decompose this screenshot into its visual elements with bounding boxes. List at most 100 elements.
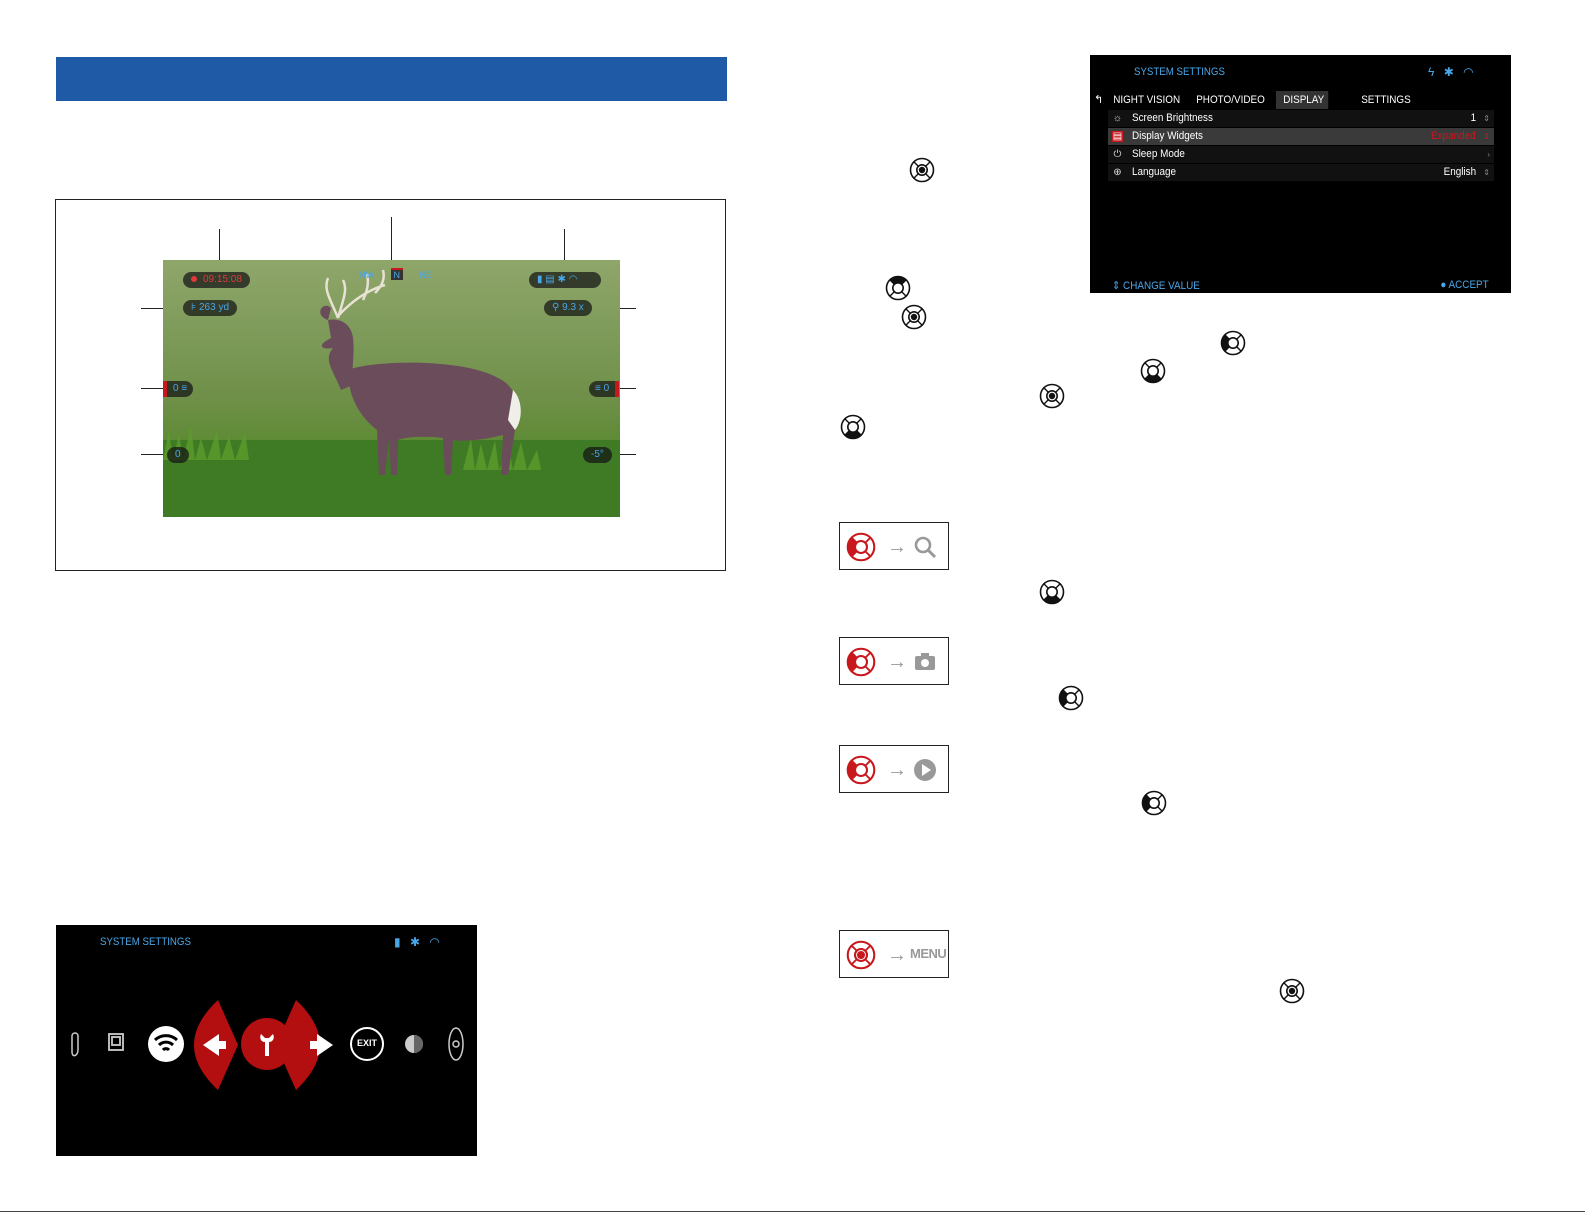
dpad-up-press-icon — [885, 275, 911, 301]
dpad-down-press-icon — [1039, 579, 1065, 605]
left-level-indicator: 0 ≡ — [163, 381, 194, 397]
recording-pill: 09:15:08 — [183, 272, 250, 288]
dpad-down-press-icon — [1140, 358, 1166, 384]
hand-icon — [71, 1032, 79, 1057]
up-down-icon: ⇕ — [1483, 168, 1490, 177]
brightness-icon: ☼ — [1112, 113, 1123, 124]
magnifier-icon — [914, 536, 937, 559]
magnifier-icon: ⚲ — [552, 302, 563, 313]
row-value: 1 — [1470, 112, 1476, 124]
accept-hint: ● ACCEPT — [1440, 279, 1489, 291]
wifi-menu-icon — [148, 1026, 184, 1062]
exit-label[interactable]: EXIT — [356, 1038, 378, 1048]
compass-right: NE — [419, 270, 433, 280]
status-icons: ϟ ✱ ◠ — [1428, 65, 1474, 79]
row-label: Language — [1132, 166, 1177, 178]
row-label: Screen Brightness — [1132, 112, 1213, 124]
range-value: 263 yd — [198, 302, 230, 313]
change-value-hint: ⇕ CHANGE VALUE — [1112, 280, 1200, 292]
bottom-left-readout: 0 — [167, 447, 189, 463]
range-pill: ⊧ 263 yd — [183, 300, 238, 316]
wifi-icon: ◠ — [1463, 65, 1474, 79]
arrow-right-icon: → — [887, 651, 907, 673]
range-flag-icon: ⊧ — [191, 302, 199, 313]
row-label: Display Widgets — [1132, 130, 1203, 142]
dpad-center-red-icon — [846, 940, 876, 970]
back-arrow-icon[interactable]: ↰ — [1094, 91, 1103, 109]
zoom-pill: ⚲ 9.3 x — [544, 300, 592, 316]
hint-box-menu: → MENU — [839, 930, 949, 978]
hint-box-zoom: → — [839, 522, 949, 570]
leader-line-compass — [391, 217, 392, 265]
dpad-left-red-icon — [846, 755, 876, 785]
tab-photo-video[interactable]: PHOTO/VIDEO — [1189, 91, 1272, 109]
accept-label: ACCEPT — [1448, 279, 1489, 291]
rec-time: 09:15:08 — [203, 274, 242, 285]
compass-center: N — [390, 268, 404, 280]
dpad-left-press-icon — [1058, 685, 1084, 711]
battery-icon: ▮ — [537, 274, 543, 285]
arrow-right-icon: → — [887, 536, 907, 558]
system-settings-display-screen: SYSTEM SETTINGS ϟ ✱ ◠ ↰ NIGHT VISION PHO… — [1090, 55, 1511, 293]
camera-icon — [915, 653, 935, 670]
system-settings-menu-screen: SYSTEM SETTINGS ▮ ✱ ◠ EXIT — [56, 925, 477, 1156]
bluetooth-icon: ✱ — [557, 274, 566, 285]
dpad-left-press-icon — [1220, 330, 1246, 356]
bottom-left-value: 0 — [175, 449, 181, 460]
left-arrow-button — [194, 1000, 238, 1090]
dpad-left-press-icon — [1141, 790, 1167, 816]
left-level-value: 0 — [173, 383, 179, 394]
arrow-right-icon: → — [887, 759, 907, 781]
menu-carousel — [71, 1000, 464, 1090]
up-down-icon: ⇕ — [1483, 114, 1490, 123]
record-dot-icon — [191, 276, 197, 282]
row-value: English — [1443, 166, 1476, 178]
tab-night-vision[interactable]: NIGHT VISION — [1106, 91, 1187, 109]
right-level-indicator: ≡ 0 — [589, 381, 620, 397]
dpad-left-red-icon — [846, 532, 876, 562]
row-value: Expanded — [1431, 130, 1476, 142]
bluetooth-icon: ✱ — [409, 935, 421, 949]
hint-box-playback: → — [839, 745, 949, 793]
wifi-icon: ◠ — [429, 935, 440, 949]
row-display-widgets[interactable]: ▤ Display Widgets Expanded ⇕ — [1108, 128, 1494, 146]
compass-left: NW — [359, 270, 374, 280]
power-icon: ⏻ — [1113, 149, 1122, 160]
gallery-icon — [108, 1033, 124, 1051]
row-language[interactable]: ⊕ Language English ⇕ — [1108, 164, 1494, 182]
sd-card-icon: ▤ — [545, 274, 555, 285]
gear-icon — [448, 1027, 464, 1061]
settings-tabs: ↰ NIGHT VISION PHOTO/VIDEO DISPLAY SETTI… — [1094, 91, 1498, 109]
menu-label: MENU — [910, 946, 947, 961]
compass-strip: NW N NE — [359, 268, 432, 280]
play-icon — [914, 759, 936, 781]
row-sleep-mode[interactable]: ⏻ Sleep Mode › — [1108, 146, 1494, 164]
settings-title: SYSTEM SETTINGS — [1134, 66, 1225, 78]
page-bottom-rule — [0, 1211, 1585, 1212]
zoom-value: 9.3 x — [562, 302, 584, 313]
tab-display[interactable]: DISPLAY — [1276, 91, 1329, 109]
inclination-readout: -5° — [583, 447, 612, 463]
section-header-bar — [56, 57, 727, 101]
menu-title: SYSTEM SETTINGS — [100, 936, 191, 948]
bolt-icon: ϟ — [1428, 65, 1435, 79]
dpad-center-press-icon — [1279, 978, 1305, 1004]
globe-icon: ⊕ — [1113, 167, 1122, 178]
dpad-down-press-icon — [840, 414, 866, 440]
widgets-icon: ▤ — [1112, 131, 1123, 142]
tab-settings[interactable]: SETTINGS — [1354, 91, 1418, 109]
bluetooth-icon: ✱ — [1443, 65, 1454, 79]
row-screen-brightness[interactable]: ☼ Screen Brightness 1 ⇕ — [1108, 110, 1494, 128]
contrast-icon — [405, 1035, 423, 1053]
change-value-label: CHANGE VALUE — [1123, 280, 1200, 292]
battery-icon: ▮ — [394, 935, 401, 949]
deer-scene-image: 09:15:08 NW N NE ▮ ▤ ✱ ◠ ⊧ 263 yd ⚲ 9.3 … — [163, 260, 620, 517]
dpad-center-press-icon — [901, 304, 927, 330]
row-label: Sleep Mode — [1132, 148, 1185, 160]
wifi-icon: ◠ — [568, 274, 578, 285]
menu-status-icons: ▮ ✱ ◠ — [394, 935, 440, 949]
dpad-left-red-icon — [846, 647, 876, 677]
right-level-value: 0 — [603, 383, 610, 394]
status-icons-pill: ▮ ▤ ✱ ◠ — [529, 272, 601, 288]
up-down-icon: ⇕ — [1483, 132, 1490, 141]
